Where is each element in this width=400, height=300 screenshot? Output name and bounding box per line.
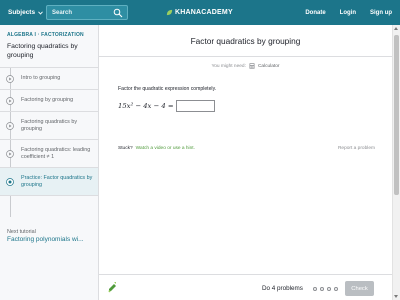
video-icon (6, 96, 14, 105)
leaf-logo-icon (166, 9, 173, 16)
answer-input[interactable] (175, 100, 215, 112)
report-problem-link[interactable]: Report a problem (338, 146, 375, 151)
tools-needed: You might need: Calculator (99, 63, 392, 69)
logo-text: KHANACADEMY (175, 9, 233, 16)
breadcrumb[interactable]: ALGEBRA I · FACTORIZATION (7, 32, 84, 38)
chevron-down-icon (38, 10, 43, 15)
search-icon[interactable] (113, 8, 123, 18)
tutorial-sidebar: ALGEBRA I · FACTORIZATION Factoring quad… (0, 25, 99, 300)
sidebar-item-label: Factoring quadratics: leading coefficien… (21, 146, 91, 160)
login-link[interactable]: Login (340, 10, 356, 16)
scrollbar-thumb[interactable] (394, 35, 399, 195)
hint-link[interactable]: Watch a video or use a hint. (136, 146, 195, 151)
topic-title: Factoring quadratics by grouping (7, 43, 78, 59)
sidebar-item-practice[interactable]: Practice: Factor quadratics by grouping (0, 168, 98, 196)
scroll-down-arrow-icon[interactable] (394, 295, 398, 298)
sidebar-item-label: Factoring quadratics by grouping (21, 118, 78, 132)
title-divider (99, 56, 392, 57)
calculator-label[interactable]: Calculator (258, 64, 280, 69)
donate-link[interactable]: Donate (305, 10, 325, 16)
subjects-label: Subjects (8, 9, 36, 16)
check-button[interactable]: Check (345, 281, 374, 296)
signup-link[interactable]: Sign up (370, 10, 392, 16)
might-need-label: You might need: (211, 63, 246, 69)
progress-dot (334, 287, 338, 291)
exercise-area: Factor quadratics by grouping You might … (99, 25, 392, 300)
sidebar-item-leading-coefficient[interactable]: Factoring quadratics: leading coefficien… (0, 140, 98, 168)
video-icon (6, 149, 14, 158)
scroll-up-arrow-icon[interactable] (394, 27, 398, 30)
next-tutorial-label: Next tutorial (7, 229, 36, 235)
sidebar-item-intro-to-grouping[interactable]: Intro to grouping (0, 68, 98, 90)
stuck-row: Stuck? Watch a video or use a hint. (118, 146, 195, 151)
search-input[interactable]: Search (46, 5, 128, 20)
top-nav-bar: Subjects Search KHANACADEMY Donate Login… (0, 0, 400, 25)
problem-progress-dots (313, 287, 338, 291)
sidebar-item-label: Intro to grouping (21, 75, 61, 81)
practice-icon (6, 177, 14, 186)
calculator-icon (249, 63, 255, 69)
question-expression-row: 15x² − 4x − 4 = (118, 100, 215, 112)
quadratic-expression: 15x² − 4x − 4 = (118, 102, 174, 110)
sidebar-item-label: Practice: Factor quadratics by grouping (21, 174, 93, 188)
stuck-label: Stuck? (118, 146, 133, 151)
sidebar-item-factoring-by-grouping[interactable]: Factoring by grouping (0, 90, 98, 112)
scratchpad-pencil-icon[interactable] (107, 281, 117, 293)
page-title: Factor quadratics by grouping (190, 36, 301, 46)
page-scrollbar[interactable] (392, 25, 400, 300)
sidebar-item-label: Factoring by grouping (21, 97, 74, 103)
progress-dot (313, 287, 317, 291)
progress-dot (327, 287, 331, 291)
khan-academy-logo[interactable]: KHANACADEMY (166, 0, 233, 25)
next-tutorial-link[interactable]: Factoring polynomials wi... (7, 236, 95, 243)
video-icon (6, 121, 14, 130)
video-icon (6, 74, 14, 83)
progress-dot (320, 287, 324, 291)
account-links: Donate Login Sign up (305, 0, 392, 25)
exercise-footer: Do 4 problems Check (99, 274, 392, 300)
lesson-list: Intro to grouping Factoring by grouping … (0, 67, 98, 196)
problem-count-label: Do 4 problems (262, 285, 303, 292)
subjects-menu[interactable]: Subjects (8, 0, 43, 25)
question-prompt: Factor the quadratic expression complete… (118, 86, 217, 92)
sidebar-item-factoring-quadratics-by-grouping[interactable]: Factoring quadratics by grouping (0, 112, 98, 140)
search-placeholder: Search (52, 9, 73, 16)
